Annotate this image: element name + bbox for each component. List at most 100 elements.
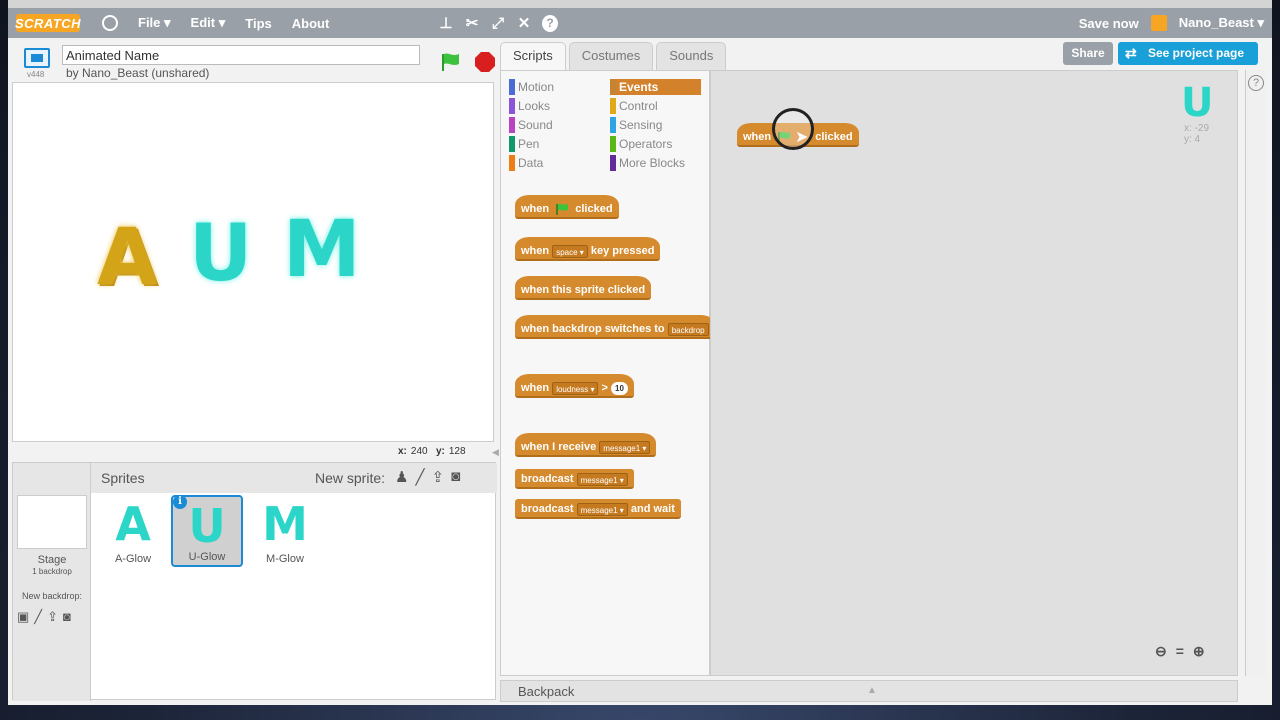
stop-sign-icon[interactable] [474, 51, 496, 73]
save-now-button[interactable]: Save now [1079, 16, 1139, 31]
category-looks[interactable]: Looks [509, 98, 550, 114]
backpack-expand-icon[interactable]: ▲ [867, 685, 877, 696]
sprite-tile-u-glow[interactable]: i U U-Glow [171, 495, 243, 567]
collapse-stage-icon[interactable]: ◀ [492, 447, 499, 458]
new-backdrop-label: New backdrop: [21, 591, 83, 601]
zoom-in-icon[interactable]: ⊕ [1193, 643, 1205, 660]
zoom-reset-icon[interactable]: = [1176, 643, 1184, 660]
category-sensing[interactable]: Sensing [610, 117, 662, 133]
sprites-title: Sprites [101, 470, 145, 486]
message-dropdown[interactable]: message1 ▾ [576, 472, 628, 486]
sensor-dropdown[interactable]: loudness ▾ [552, 381, 599, 395]
category-sound[interactable]: Sound [509, 117, 553, 133]
menu-tips[interactable]: Tips [245, 16, 272, 31]
block-palette: Motion Looks Sound Pen Data Events Contr… [500, 70, 715, 676]
see-project-page-label: See project page [1148, 46, 1245, 60]
block-broadcast[interactable]: broadcast message1 ▾ [515, 469, 634, 489]
duplicate-icon[interactable]: ⊥ [438, 14, 454, 32]
scripts-area[interactable]: when clicked ➤ U x: -29 y: 4 ⊖ = ⊕ [710, 70, 1238, 676]
sprite-library-icon[interactable]: ♟ [395, 468, 408, 486]
key-dropdown[interactable]: space ▾ [552, 244, 588, 258]
presentation-mode-icon[interactable] [24, 48, 50, 68]
scratch-editor-window: SCRATCH File ▾ Edit ▾ Tips About ⊥ ✂ ⤢ ✕… [8, 0, 1272, 705]
block-text: when I receive [521, 441, 597, 453]
block-when-loudness[interactable]: when loudness ▾ > 10 [515, 374, 634, 398]
dropdown-value: message1 [580, 475, 618, 485]
stage-canvas[interactable]: A U M [12, 82, 494, 442]
category-events[interactable]: Events [610, 79, 701, 95]
scratch-logo[interactable]: SCRATCH [15, 14, 81, 32]
backdrop-library-icon[interactable]: ▣ [17, 609, 29, 625]
camera-sprite-icon[interactable]: ◙ [451, 468, 460, 486]
sprite-tile-a-glow[interactable]: A A-Glow [97, 495, 169, 567]
message-dropdown[interactable]: message1 ▾ [576, 502, 628, 516]
message-dropdown[interactable]: message1 ▾ [599, 440, 651, 454]
threshold-input[interactable]: 10 [611, 381, 628, 395]
tab-costumes[interactable]: Costumes [568, 42, 654, 70]
zoom-controls: ⊖ = ⊕ [1155, 643, 1205, 660]
block-text: when [521, 245, 550, 257]
current-sprite-info: U x: -29 y: 4 [1181, 83, 1213, 145]
stage-sprite-a[interactable]: A [97, 219, 157, 297]
block-when-sprite-clicked[interactable]: when this sprite clicked [515, 276, 652, 300]
paint-backdrop-icon[interactable]: ╱ [34, 609, 42, 625]
backpack-bar[interactable]: Backpack ▲ [500, 680, 1238, 702]
stage-sprite-m[interactable]: M [283, 211, 361, 289]
menu-file[interactable]: File ▾ [138, 15, 171, 31]
sprite-thumbnail: M [262, 497, 308, 551]
tab-sounds[interactable]: Sounds [656, 42, 727, 70]
block-broadcast-and-wait[interactable]: broadcast message1 ▾ and wait [515, 499, 681, 519]
block-text: when [743, 131, 772, 143]
browser-chrome [8, 0, 1272, 8]
mouse-coordinates: x: 240 y: 128 [398, 446, 466, 457]
project-title-input[interactable] [62, 45, 420, 65]
menu-about[interactable]: About [292, 16, 330, 31]
block-when-i-receive[interactable]: when I receive message1 ▾ [515, 433, 657, 457]
green-flag-icon[interactable] [440, 52, 462, 72]
menu-edit[interactable]: Edit ▾ [191, 15, 226, 31]
stage-thumbnail[interactable] [17, 495, 87, 549]
language-globe-icon[interactable] [102, 15, 118, 31]
category-data[interactable]: Data [509, 155, 543, 171]
paint-sprite-icon[interactable]: ╱ [415, 468, 424, 486]
sprites-header: Sprites New sprite: ♟ ╱ ⇪ ◙ [91, 463, 497, 493]
help-icon[interactable]: ? [542, 14, 558, 32]
block-when-key-pressed[interactable]: when space ▾ key pressed [515, 237, 661, 261]
upload-sprite-icon[interactable]: ⇪ [431, 468, 444, 486]
block-text: key pressed [590, 245, 655, 257]
user-menu[interactable]: Nano_Beast ▾ [1179, 15, 1264, 31]
menu-right: Save now Nano_Beast ▾ [1079, 8, 1264, 38]
sprite-name: M-Glow [266, 553, 304, 565]
sprite-tile-m-glow[interactable]: M M-Glow [249, 495, 321, 567]
tab-scripts[interactable]: Scripts [500, 42, 566, 70]
camera-backdrop-icon[interactable]: ◙ [63, 609, 71, 625]
block-when-flag-clicked[interactable]: when clicked [515, 195, 619, 219]
category-operators[interactable]: Operators [610, 136, 672, 152]
category-motion[interactable]: Motion [509, 79, 554, 95]
stage-sprite-u[interactable]: U [189, 215, 252, 293]
category-pen[interactable]: Pen [509, 136, 539, 152]
category-more-blocks[interactable]: More Blocks [610, 155, 685, 171]
category-control[interactable]: Control [610, 98, 658, 114]
sprite-name: A-Glow [114, 553, 152, 565]
dropdown-value: space [556, 247, 578, 257]
stage-header: v448 by Nano_Beast (unshared) [12, 42, 496, 82]
grow-icon[interactable]: ⤢ [490, 15, 506, 32]
block-when-backdrop-switches[interactable]: when backdrop switches to backdrop [515, 315, 715, 339]
upload-backdrop-icon[interactable]: ⇪ [47, 609, 58, 625]
user-avatar-icon[interactable] [1150, 15, 1167, 31]
share-button[interactable]: Share [1063, 42, 1113, 65]
zoom-out-icon[interactable]: ⊖ [1155, 643, 1167, 660]
sprite-name: U-Glow [188, 551, 226, 563]
block-text: and wait [630, 503, 675, 515]
backdrop-dropdown[interactable]: backdrop [667, 322, 709, 336]
sprite-thumbnail: A [115, 497, 151, 551]
see-project-page-button[interactable]: ⇄ See project page [1118, 42, 1258, 65]
backpack-label: Backpack [518, 684, 575, 699]
delete-icon[interactable]: ✂ [464, 14, 480, 32]
scripts-scrollbar[interactable] [1245, 70, 1266, 676]
refresh-arrows-icon: ⇄ [1125, 45, 1137, 61]
version-label: v448 [27, 70, 45, 79]
shrink-icon[interactable]: ✕ [516, 14, 532, 32]
help-question-icon[interactable]: ? [1248, 75, 1264, 91]
